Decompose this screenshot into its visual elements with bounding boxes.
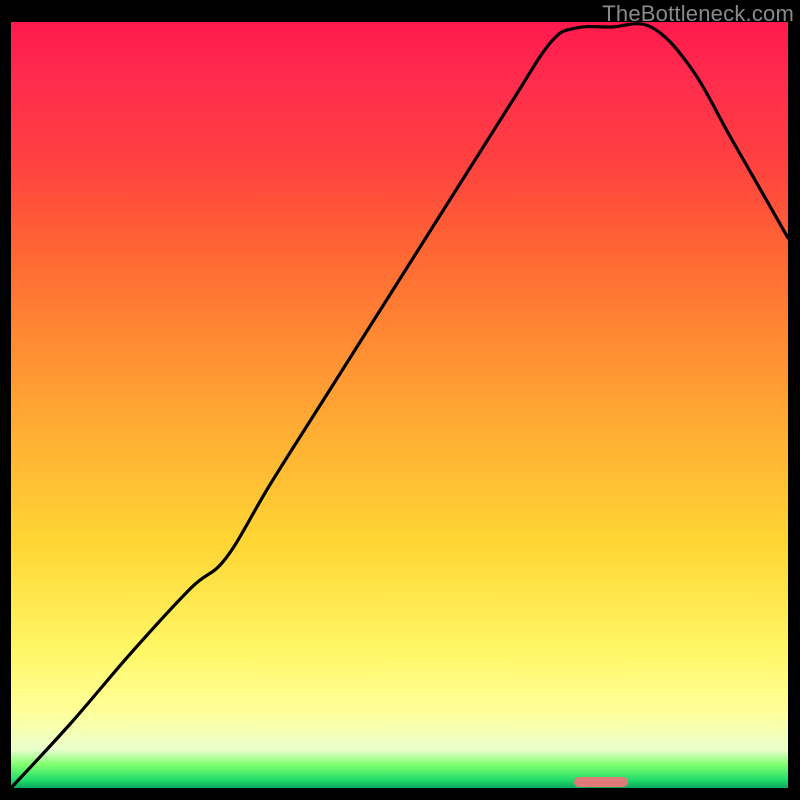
chart-frame (11, 22, 788, 788)
optimal-range-marker (574, 777, 628, 787)
bottleneck-curve (11, 22, 788, 788)
